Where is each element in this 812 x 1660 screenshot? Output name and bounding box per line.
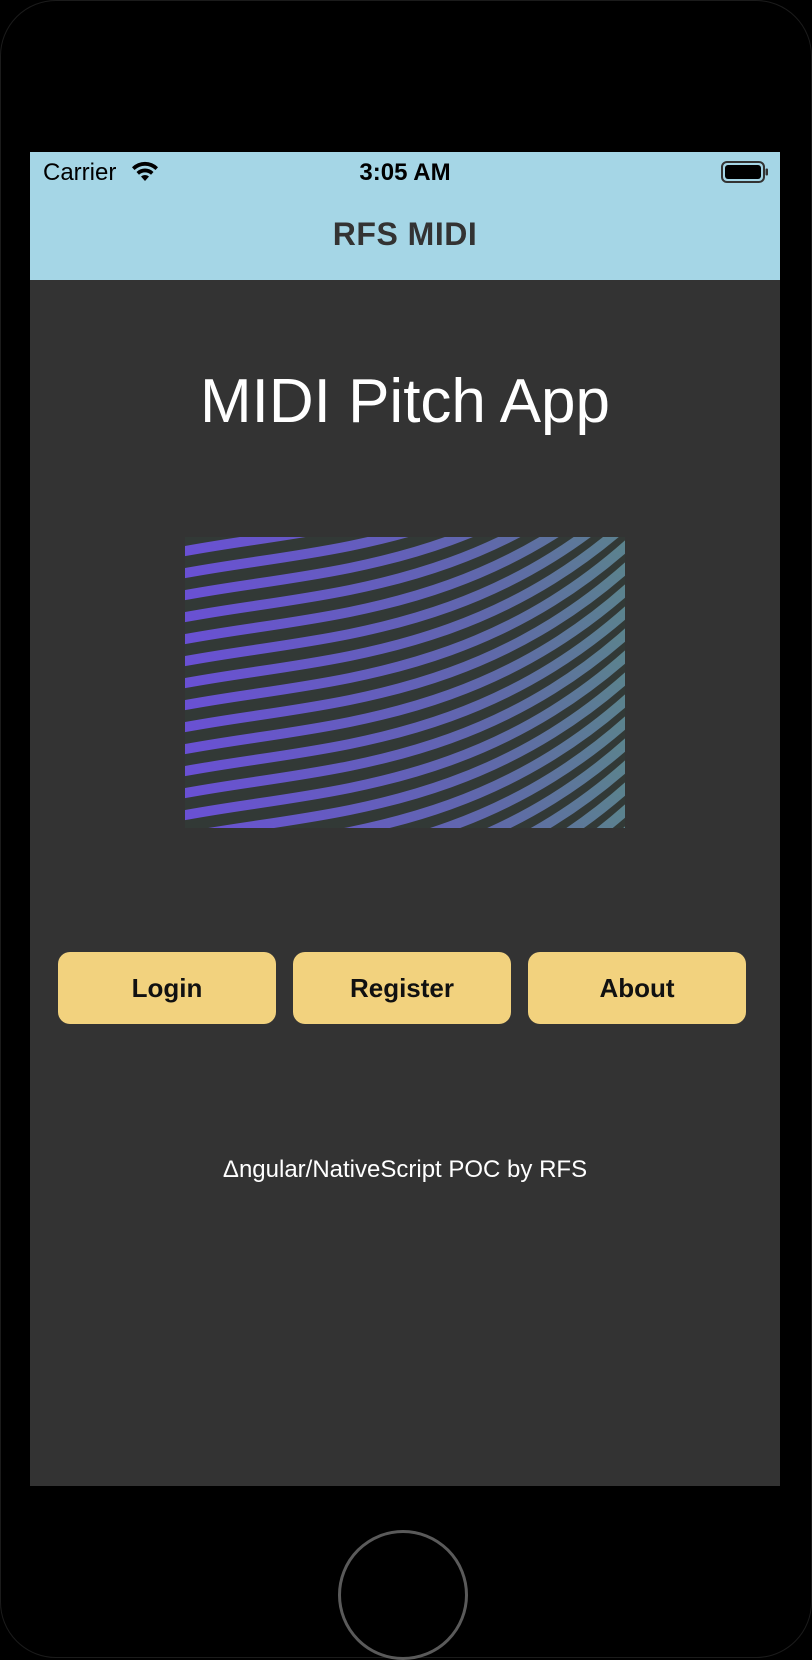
action-bar-title: RFS MIDI bbox=[332, 216, 478, 252]
wave-pattern-image bbox=[185, 537, 625, 828]
phone-frame: Carrier 3:05 AM RFS MIDI MIDI Pitch App … bbox=[0, 0, 812, 1660]
app-screen: Carrier 3:05 AM RFS MIDI MIDI Pitch App … bbox=[30, 152, 780, 1486]
footer-credit: Δngular/NativeScript POC by RFS bbox=[222, 1156, 588, 1183]
register-button[interactable]: Register bbox=[293, 952, 511, 1024]
login-button[interactable]: Login bbox=[58, 952, 276, 1024]
page-title: MIDI Pitch App bbox=[199, 367, 611, 436]
battery-icon bbox=[721, 161, 769, 190]
status-bar: Carrier 3:05 AM bbox=[30, 152, 780, 192]
about-button[interactable]: About bbox=[528, 952, 746, 1024]
action-bar: RFS MIDI bbox=[30, 192, 780, 280]
home-button[interactable] bbox=[338, 1530, 468, 1660]
action-buttons: Login Register About bbox=[58, 952, 754, 1024]
status-time: 3:05 AM bbox=[359, 159, 451, 186]
